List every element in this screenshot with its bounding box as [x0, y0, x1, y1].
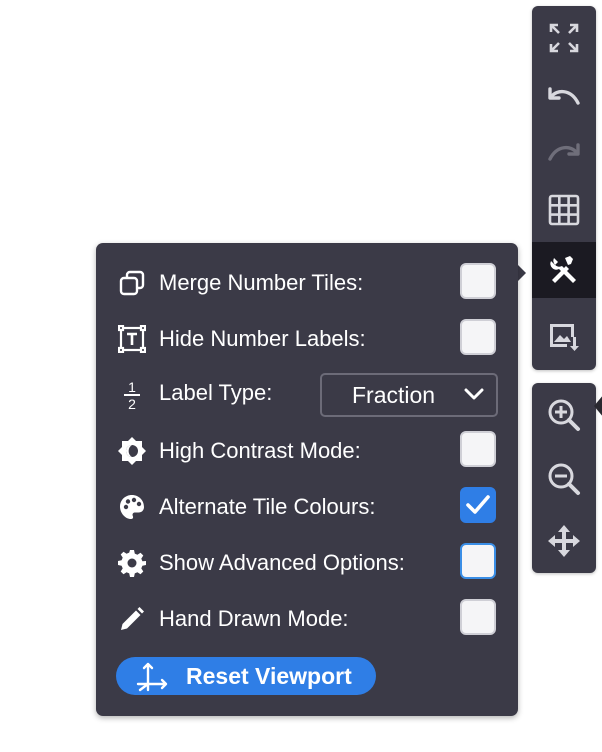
high-contrast-label: High Contrast Mode: [159, 438, 361, 463]
alternate-colours-row: Alternate Tile Colours: [96, 485, 518, 529]
fullscreen-button[interactable] [532, 10, 596, 66]
pencil-icon [116, 605, 148, 633]
merge-tiles-checkbox[interactable] [460, 263, 496, 299]
advanced-options-checkbox[interactable] [460, 543, 496, 579]
high-contrast-row: High Contrast Mode: [96, 429, 518, 473]
reset-viewport-button[interactable]: Reset Viewport [116, 657, 376, 695]
merge-tiles-icon [116, 269, 148, 297]
svg-text:2: 2 [128, 396, 136, 411]
pan-button[interactable] [532, 513, 596, 569]
checkmark-icon [466, 495, 490, 514]
undo-button[interactable] [532, 70, 596, 126]
merge-tiles-label: Merge Number Tiles: [159, 270, 364, 295]
image-download-icon [550, 324, 579, 351]
hide-labels-checkbox[interactable] [460, 319, 496, 355]
export-image-button[interactable] [532, 308, 596, 364]
label-type-row: 1 2 Label Type: Fraction [96, 373, 518, 417]
axes-icon [134, 659, 170, 693]
zoom-in-icon [548, 399, 580, 431]
fraction-icon: 1 2 [116, 379, 148, 411]
grid-button[interactable] [532, 182, 596, 238]
settings-panel: Merge Number Tiles: Hide Number Labels: … [96, 243, 518, 716]
alternate-colours-label: Alternate Tile Colours: [159, 494, 376, 519]
expand-icon [549, 23, 579, 53]
reset-viewport-label: Reset Viewport [186, 662, 352, 689]
zoom-toolbar [532, 383, 596, 573]
hand-drawn-row: Hand Drawn Mode: [96, 597, 518, 641]
label-type-label: Label Type: [159, 380, 273, 405]
advanced-options-label: Show Advanced Options: [159, 550, 405, 575]
zoom-in-button[interactable] [532, 387, 596, 443]
zoom-out-icon [548, 463, 580, 495]
alternate-colours-checkbox[interactable] [460, 487, 496, 523]
tooltip-pointer [594, 394, 602, 418]
high-contrast-checkbox[interactable] [460, 431, 496, 467]
tools-icon [550, 256, 576, 283]
chevron-down-icon [464, 388, 484, 400]
move-icon [548, 525, 580, 557]
advanced-options-row: Show Advanced Options: [96, 541, 518, 585]
label-type-value: Fraction [352, 382, 436, 408]
contrast-icon [116, 437, 148, 465]
settings-button[interactable] [532, 242, 596, 298]
palette-icon [116, 493, 148, 521]
zoom-out-button[interactable] [532, 451, 596, 507]
svg-text:1: 1 [128, 379, 136, 395]
hide-labels-label: Hide Number Labels: [159, 326, 366, 351]
hand-drawn-label: Hand Drawn Mode: [159, 606, 349, 631]
grid-icon [548, 194, 580, 226]
hide-labels-row: Hide Number Labels: [96, 317, 518, 361]
gear-icon [116, 549, 148, 577]
main-toolbar [532, 6, 596, 370]
redo-button[interactable] [532, 126, 596, 182]
merge-tiles-row: Merge Number Tiles: [96, 261, 518, 305]
redo-icon [548, 143, 580, 161]
label-type-select[interactable]: Fraction [320, 373, 498, 417]
hand-drawn-checkbox[interactable] [460, 599, 496, 635]
text-box-icon [116, 325, 148, 353]
undo-icon [548, 87, 580, 105]
